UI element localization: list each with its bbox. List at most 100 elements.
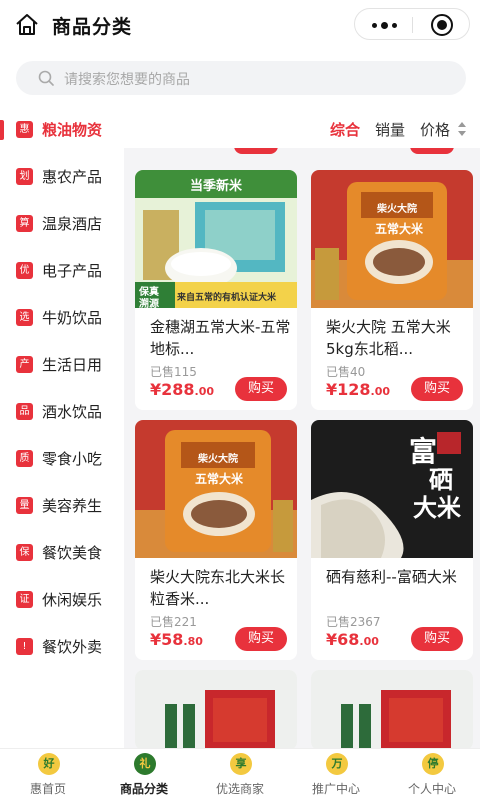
search-input[interactable]: 请搜索您想要的商品 [16, 61, 466, 95]
product-image [135, 670, 297, 748]
product-image: 富 硒 大米 [311, 420, 473, 558]
product-image: 柴火大院 五常大米 [135, 420, 297, 558]
product-card[interactable]: 富 硒 大米 硒有慈利--富硒大米 已售2367 ¥68.00 购买 [311, 420, 473, 660]
sort-sales[interactable]: 销量 [375, 119, 405, 140]
sidebar-item-agri[interactable]: 划 惠农产品 [0, 155, 124, 201]
sold-count: 已售2367 [326, 615, 381, 629]
price-integer: 288 [161, 380, 195, 399]
product-grid: 当季新米 来自五常的有机认证大米 保真 溯源 金穗湖五常大米-五常地标... 已… [124, 148, 480, 748]
tab-merchants[interactable]: 享 优选商家 [192, 749, 288, 800]
sidebar-item-label: 粮油物资 [42, 121, 103, 139]
product-card[interactable] [135, 670, 297, 748]
buy-button[interactable]: 购买 [411, 627, 463, 651]
category-sidebar: 惠 粮油物资 划 惠农产品 算 温泉酒店 优 电子产品 选 牛奶饮品 产 生活日… [0, 108, 124, 748]
bottom-tab-bar: 好 惠首页 礼 商品分类 享 优选商家 万 推广中心 停 个人中心 [0, 748, 480, 800]
capsule-divider [412, 17, 413, 33]
sidebar-item-label: 温泉酒店 [42, 215, 103, 233]
sort-comprehensive[interactable]: 综合 [330, 119, 360, 140]
sidebar-item-snacks[interactable]: 质 零食小吃 [0, 437, 124, 483]
sidebar-item-drinks[interactable]: 品 酒水饮品 [0, 390, 124, 436]
image-title-text: 五常大米 [194, 472, 243, 486]
sort-arrows-icon[interactable] [457, 121, 467, 141]
product-name: 硒有慈利--富硒大米 [326, 568, 457, 586]
buy-button[interactable]: 购买 [235, 627, 287, 651]
active-indicator [0, 120, 4, 140]
page-title: 商品分类 [52, 16, 133, 38]
tab-label: 推广中心 [311, 782, 360, 796]
sidebar-item-food[interactable]: 保 餐饮美食 [0, 531, 124, 577]
nav-header: 商品分类 [0, 0, 480, 50]
price-decimal: .80 [183, 635, 203, 648]
product-price: ¥128.00 [326, 380, 390, 399]
product-image [311, 670, 473, 748]
tab-profile[interactable]: 停 个人中心 [384, 749, 480, 800]
product-card[interactable]: 柴火大院 五常大米 柴火大院东北大米长粒香米... 已售221 ¥58.80 购… [135, 420, 297, 660]
sidebar-item-label: 酒水饮品 [42, 403, 103, 421]
product-image: 当季新米 来自五常的有机认证大米 保真 溯源 [135, 170, 297, 308]
category-badge: 产 [16, 356, 33, 373]
buy-button[interactable]: 购买 [235, 377, 287, 401]
price-integer: 68 [337, 630, 360, 649]
tab-label: 优选商家 [215, 782, 264, 796]
search-icon [38, 70, 54, 86]
sidebar-item-milk[interactable]: 选 牛奶饮品 [0, 296, 124, 342]
product-name: 柴火大院东北大米长粒香米... [150, 568, 286, 608]
scrolled-buy-button [410, 148, 454, 154]
category-tab-icon: 礼 [134, 753, 156, 775]
sidebar-item-label: 餐饮外卖 [42, 638, 103, 656]
home-icon[interactable] [14, 12, 40, 38]
category-badge: 优 [16, 262, 33, 279]
price-decimal: .00 [359, 635, 379, 648]
category-badge: 算 [16, 215, 33, 232]
sidebar-item-leisure[interactable]: 证 休闲娱乐 [0, 578, 124, 624]
sidebar-item-daily[interactable]: 产 生活日用 [0, 343, 124, 389]
close-target-icon[interactable] [431, 14, 453, 36]
price-symbol: ¥ [150, 380, 162, 399]
tab-promotion[interactable]: 万 推广中心 [288, 749, 384, 800]
category-badge: 选 [16, 309, 33, 326]
product-card[interactable]: 柴火大院 五常大米 柴火大院 五常大米5kg东北稻... 已售40 ¥128.0… [311, 170, 473, 410]
product-card[interactable] [311, 670, 473, 748]
sidebar-item-hotspring[interactable]: 算 温泉酒店 [0, 202, 124, 248]
sidebar-item-label: 惠农产品 [42, 168, 103, 186]
sidebar-item-label: 餐饮美食 [42, 544, 103, 562]
product-card[interactable]: 当季新米 来自五常的有机认证大米 保真 溯源 金穗湖五常大米-五常地标... 已… [135, 170, 297, 410]
sidebar-item-label: 牛奶饮品 [42, 309, 103, 327]
sidebar-item-takeout[interactable]: ! 餐饮外卖 [0, 625, 124, 671]
product-price: ¥68.00 [326, 630, 379, 649]
category-badge: 质 [16, 450, 33, 467]
image-title-text: 大米 [413, 494, 461, 522]
product-name: 金穗湖五常大米-五常地标... [150, 318, 291, 358]
tab-label: 商品分类 [119, 782, 168, 796]
sidebar-item-grain-oil[interactable]: 惠 粮油物资 [0, 108, 124, 154]
sidebar-item-beauty[interactable]: 量 美容养生 [0, 484, 124, 530]
sidebar-item-electronics[interactable]: 优 电子产品 [0, 249, 124, 295]
sidebar-item-label: 零食小吃 [42, 450, 103, 468]
product-price: ¥58.80 [150, 630, 203, 649]
promotion-tab-icon: 万 [326, 753, 348, 775]
tab-category[interactable]: 礼 商品分类 [96, 749, 192, 800]
scrolled-buy-button [234, 148, 278, 154]
category-badge: 量 [16, 497, 33, 514]
category-badge: 证 [16, 591, 33, 608]
price-symbol: ¥ [326, 630, 338, 649]
price-integer: 128 [337, 380, 371, 399]
sidebar-item-label: 生活日用 [42, 356, 103, 374]
sold-count: 已售40 [326, 365, 366, 379]
sidebar-item-label: 美容养生 [42, 497, 103, 515]
price-integer: 58 [161, 630, 184, 649]
price-symbol: ¥ [326, 380, 338, 399]
sort-price[interactable]: 价格 [420, 119, 450, 140]
product-image: 柴火大院 五常大米 [311, 170, 473, 308]
tab-label: 惠首页 [29, 782, 66, 796]
image-title-text: 当季新米 [189, 179, 242, 194]
product-price: ¥288.00 [150, 380, 214, 399]
image-title-text: 五常大米 [374, 222, 423, 236]
image-tag-text: 溯源 [139, 299, 159, 308]
buy-button[interactable]: 购买 [411, 377, 463, 401]
image-brand-text: 柴火大院 [377, 204, 417, 215]
sidebar-item-label: 休闲娱乐 [42, 591, 103, 609]
sold-count: 已售221 [150, 615, 197, 629]
more-menu-icon[interactable] [369, 16, 399, 34]
tab-home[interactable]: 好 惠首页 [0, 749, 96, 800]
